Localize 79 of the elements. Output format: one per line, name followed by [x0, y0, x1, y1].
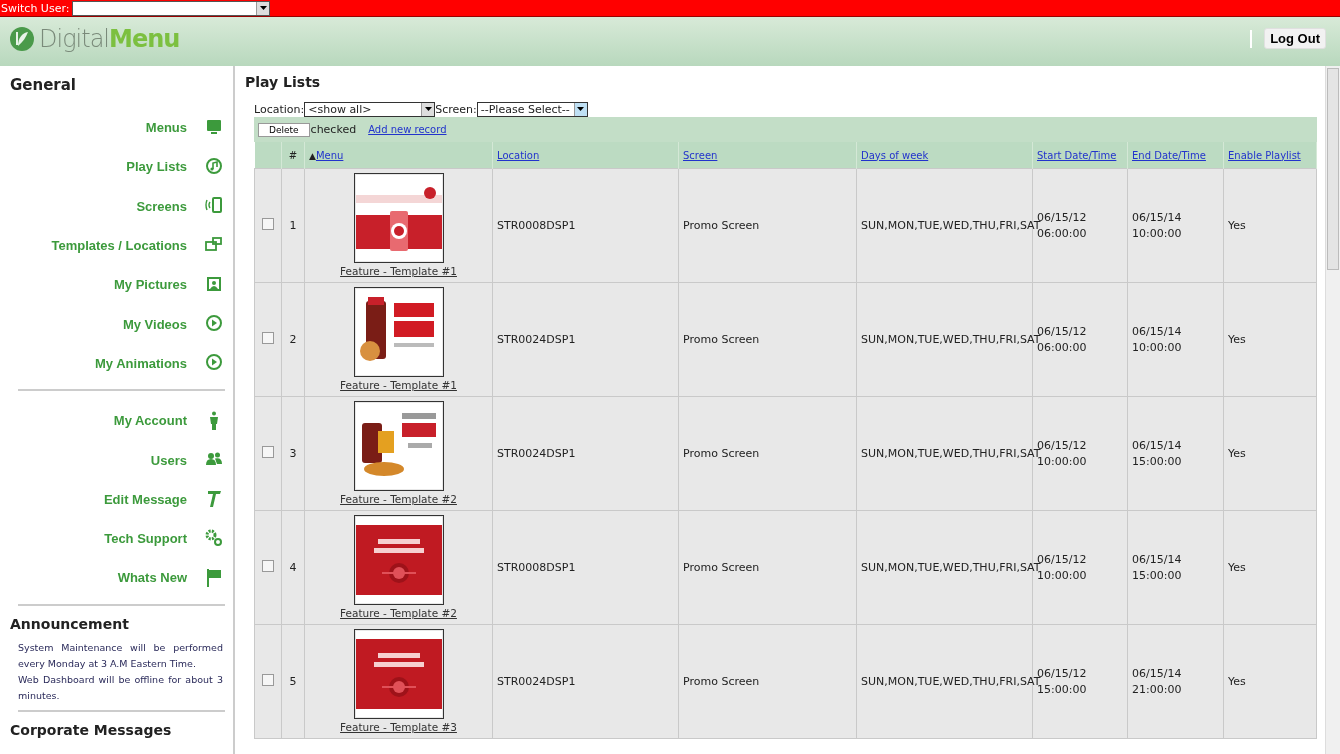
- nav-link[interactable]: My Account: [113, 413, 187, 429]
- nav-link[interactable]: Whats New: [117, 570, 187, 586]
- filter-label: Location:: [254, 102, 305, 116]
- flag-icon: [205, 567, 223, 588]
- scrollbar[interactable]: [1325, 66, 1340, 754]
- table-cell: STR0008DSP1: [497, 219, 576, 232]
- menu-template-link[interactable]: Feature - Template #3: [340, 721, 457, 733]
- text-icon: [205, 489, 223, 510]
- column-header-link[interactable]: Menu: [315, 149, 344, 161]
- announcement-title: Announcement: [10, 615, 130, 632]
- nav-link[interactable]: Screens: [136, 198, 187, 214]
- table-cell: STR0008DSP1: [497, 561, 576, 574]
- table-cell: STR0024DSP1: [497, 447, 576, 460]
- table-cell: Promo Screen: [683, 219, 760, 232]
- row-checkbox[interactable]: [262, 332, 274, 344]
- table-cell: Yes: [1228, 333, 1246, 346]
- table-cell: Promo Screen: [683, 447, 760, 460]
- switch-user-label: Switch User:: [0, 1, 70, 15]
- table-cell: 06/15/14 10:00:00: [1132, 209, 1182, 242]
- table-cell: 06/15/14 10:00:00: [1132, 323, 1182, 356]
- row-checkbox[interactable]: [262, 218, 274, 230]
- log-out-button[interactable]: Log Out: [1264, 28, 1326, 49]
- announcement-text: System Maintenance will be performed every Monday at 3 A.M Eastern Time.: [18, 640, 223, 671]
- table-cell: Promo Screen: [683, 561, 760, 574]
- music-note-icon: [205, 156, 223, 177]
- caret-icon: [424, 107, 432, 111]
- table-cell: 1: [289, 219, 297, 232]
- table-cell: 06/15/14 15:00:00: [1132, 551, 1182, 584]
- column-header-link[interactable]: Days of week: [861, 149, 929, 161]
- filter-select[interactable]: --Please Select--: [476, 101, 588, 117]
- corporate-messages-title: Corporate Messages: [10, 721, 173, 738]
- column-header-link[interactable]: Location: [497, 149, 540, 161]
- table-cell: 5: [289, 675, 297, 688]
- logo-wordmark: DigitalMenu: [39, 24, 180, 53]
- nav-link[interactable]: Tech Support: [104, 531, 187, 547]
- nav-link[interactable]: My Videos: [122, 316, 187, 332]
- nav-link[interactable]: Menus: [145, 120, 187, 136]
- table-cell: 3: [289, 447, 297, 460]
- table-cell: STR0024DSP1: [497, 333, 576, 346]
- filter-select[interactable]: <show all>: [304, 101, 436, 117]
- section-title: General: [10, 76, 77, 94]
- row-checkbox[interactable]: [262, 674, 274, 686]
- announcement-text: Web Dashboard will be offline for about 3 minutes.: [18, 672, 223, 703]
- page-title: Play Lists: [245, 74, 322, 90]
- caret-icon: [259, 6, 267, 10]
- checked-label: checked: [310, 123, 357, 136]
- gears-icon: [205, 528, 223, 549]
- table-cell: Yes: [1228, 675, 1246, 688]
- table-cell: Yes: [1228, 447, 1246, 460]
- row-checkbox[interactable]: [262, 560, 274, 572]
- table-cell: 06/15/14 15:00:00: [1132, 437, 1182, 470]
- nav-link[interactable]: Users: [150, 452, 187, 468]
- table-cell: 2: [289, 333, 297, 346]
- sort-ascending-icon: ▲: [309, 150, 316, 161]
- table-cell: Yes: [1228, 561, 1246, 574]
- delete-button[interactable]: Delete: [258, 122, 310, 137]
- column-header: #: [288, 149, 298, 161]
- caret-icon: [577, 107, 585, 111]
- row-checkbox[interactable]: [262, 446, 274, 458]
- table-cell: STR0024DSP1: [497, 675, 576, 688]
- menu-template-link[interactable]: Feature - Template #2: [340, 493, 457, 505]
- nav-link[interactable]: My Animations: [95, 355, 187, 371]
- switch-user-select[interactable]: [72, 0, 271, 16]
- nav-link[interactable]: Play Lists: [126, 159, 187, 175]
- menu-template-link[interactable]: Feature - Template #2: [340, 607, 457, 619]
- nav-link[interactable]: Edit Message: [103, 491, 187, 507]
- add-new-record-link[interactable]: Add new record: [368, 124, 447, 135]
- nav-link[interactable]: Templates / Locations: [51, 238, 187, 254]
- table-cell: 4: [289, 561, 297, 574]
- table-cell: Promo Screen: [683, 333, 760, 346]
- table-cell: Promo Screen: [683, 675, 760, 688]
- nav-link[interactable]: My Pictures: [114, 277, 187, 293]
- table-cell: Yes: [1228, 219, 1246, 232]
- leaf-logo-icon: [9, 25, 35, 52]
- menu-template-link[interactable]: Feature - Template #1: [340, 379, 457, 391]
- table-cell: 06/15/14 21:00:00: [1132, 665, 1182, 698]
- menu-template-link[interactable]: Feature - Template #1: [340, 265, 457, 277]
- column-header-link[interactable]: Screen: [683, 149, 718, 161]
- filter-label: Screen:: [435, 102, 477, 116]
